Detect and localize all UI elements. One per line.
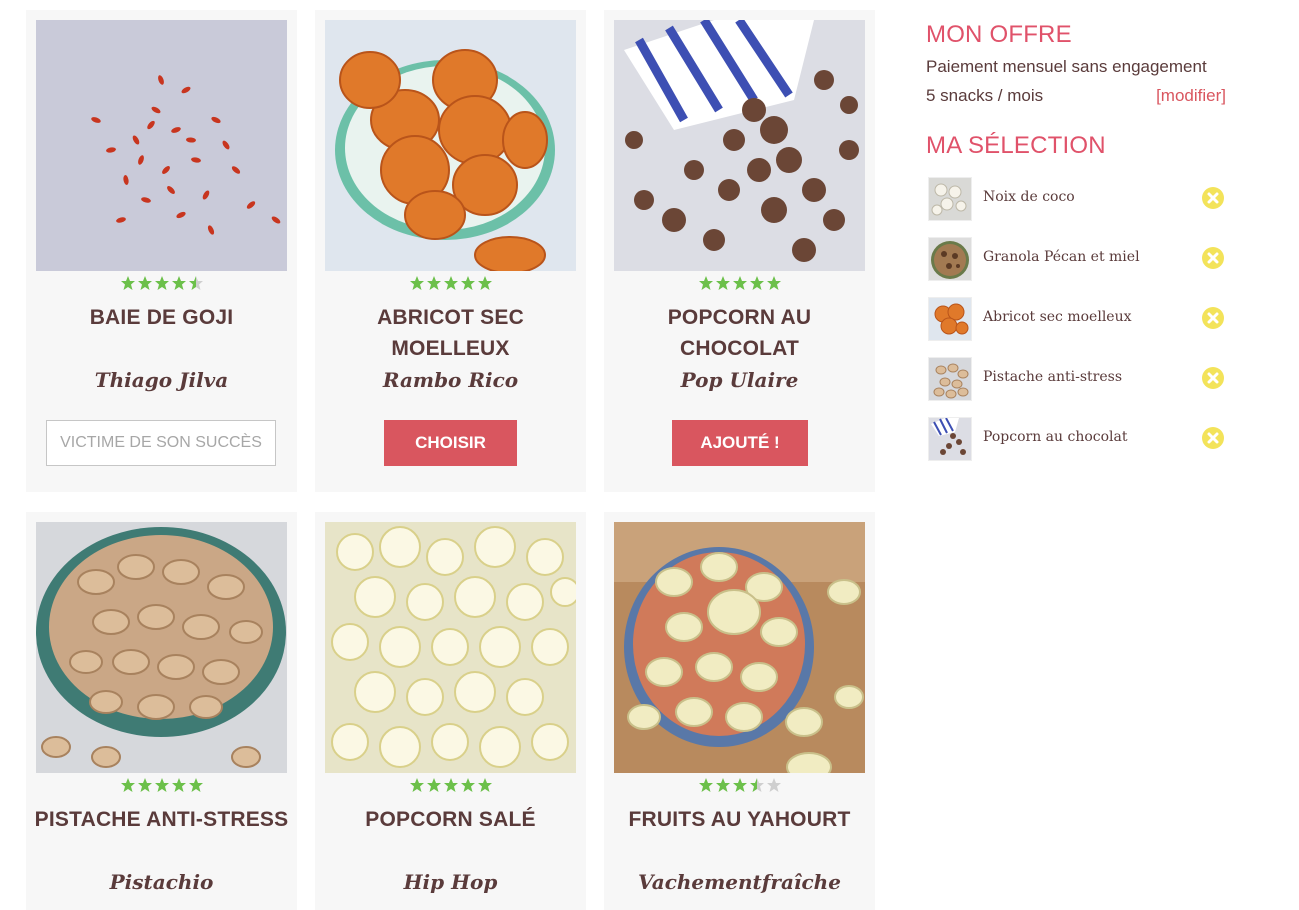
star-icon bbox=[732, 778, 747, 792]
star-icon bbox=[409, 276, 424, 290]
order-sidebar: MON OFFRE Paiement mensuel sans engageme… bbox=[926, 18, 1226, 478]
rating-stars bbox=[315, 275, 586, 293]
rating-stars bbox=[26, 777, 297, 795]
star-icon bbox=[477, 778, 492, 792]
rating-stars bbox=[604, 777, 875, 795]
star-icon bbox=[409, 778, 424, 792]
product-card[interactable]: FRUITS AU YAHOURT Vachementfraîche bbox=[604, 512, 875, 910]
product-card[interactable]: BAIE DE GOJI Thiago Jilva VICTIME DE SON… bbox=[26, 10, 297, 492]
product-brand: Pop Ulaire bbox=[680, 368, 799, 392]
pistachio-thumbnail bbox=[928, 357, 972, 401]
rating-stars bbox=[315, 777, 586, 795]
selection-item-label: Abricot sec moelleux bbox=[983, 309, 1132, 325]
product-name: FRUITS AU YAHOURT bbox=[628, 808, 851, 831]
star-icon bbox=[188, 276, 203, 290]
pistachio-image[interactable] bbox=[36, 522, 287, 773]
star-icon bbox=[154, 778, 169, 792]
remove-icon[interactable] bbox=[1201, 186, 1225, 210]
product-brand: Thiago Jilva bbox=[94, 368, 229, 392]
sold-out-button[interactable]: VICTIME DE SON SUCCÈS bbox=[46, 420, 276, 466]
product-card[interactable]: ABRICOT SEC MOELLEUX Rambo Rico CHOISIR bbox=[315, 10, 586, 492]
star-icon bbox=[171, 778, 186, 792]
product-brand: Hip Hop bbox=[403, 870, 498, 894]
star-icon bbox=[426, 276, 441, 290]
star-icon bbox=[749, 778, 764, 792]
selection-item: Abricot sec moelleux bbox=[926, 296, 1226, 342]
star-icon bbox=[698, 778, 713, 792]
rating-stars bbox=[604, 275, 875, 293]
granola-thumbnail bbox=[928, 237, 972, 281]
star-icon bbox=[443, 276, 458, 290]
selection-item-label: Granola Pécan et miel bbox=[983, 249, 1140, 265]
product-name: POPCORN SALÉ bbox=[365, 808, 536, 831]
star-icon bbox=[188, 778, 203, 792]
added-button[interactable]: AJOUTÉ ! bbox=[672, 420, 808, 466]
selection-item: Pistache anti-stress bbox=[926, 356, 1226, 402]
product-brand: Vachementfraîche bbox=[638, 870, 841, 894]
goji-berries-image[interactable] bbox=[36, 20, 287, 271]
star-icon bbox=[137, 778, 152, 792]
selection-item: Popcorn au chocolat bbox=[926, 416, 1226, 462]
product-name: PISTACHE ANTI-STRESS bbox=[34, 808, 289, 831]
chocolate-popcorn-thumbnail bbox=[928, 417, 972, 461]
product-brand: Rambo Rico bbox=[382, 368, 519, 392]
selection-item-label: Popcorn au chocolat bbox=[983, 429, 1128, 445]
yogurt-fruits-image[interactable] bbox=[614, 522, 865, 773]
star-icon bbox=[477, 276, 492, 290]
offer-payment-text: Paiement mensuel sans engagement bbox=[926, 57, 1207, 76]
star-icon bbox=[154, 276, 169, 290]
offer-title: MON OFFRE bbox=[926, 21, 1072, 48]
star-icon bbox=[460, 276, 475, 290]
star-icon bbox=[426, 778, 441, 792]
selection-title: MA SÉLECTION bbox=[926, 132, 1106, 159]
star-icon bbox=[715, 276, 730, 290]
product-card[interactable]: PISTACHE ANTI-STRESS Pistachio bbox=[26, 512, 297, 910]
selection-item: Noix de coco bbox=[926, 176, 1226, 222]
product-name: BAIE DE GOJI bbox=[89, 306, 234, 329]
star-icon bbox=[715, 778, 730, 792]
star-icon bbox=[137, 276, 152, 290]
remove-icon[interactable] bbox=[1201, 306, 1225, 330]
choose-button[interactable]: CHOISIR bbox=[384, 420, 517, 466]
selection-item-label: Noix de coco bbox=[983, 189, 1075, 205]
selection-item-label: Pistache anti-stress bbox=[983, 369, 1123, 385]
star-icon bbox=[766, 276, 781, 290]
selection-item: Granola Pécan et miel bbox=[926, 236, 1226, 282]
rating-stars bbox=[26, 275, 297, 293]
chocolate-popcorn-image[interactable] bbox=[614, 20, 865, 271]
product-card[interactable]: POPCORN SALÉ Hip Hop bbox=[315, 512, 586, 910]
star-icon bbox=[460, 778, 475, 792]
apricot-thumbnail bbox=[928, 297, 972, 341]
star-icon bbox=[749, 276, 764, 290]
offer-quantity-text: 5 snacks / mois bbox=[926, 86, 1044, 105]
product-card[interactable]: POPCORN AU CHOCOLAT Pop Ulaire AJOUTÉ ! bbox=[604, 10, 875, 492]
star-icon bbox=[732, 276, 747, 290]
remove-icon[interactable] bbox=[1201, 366, 1225, 390]
product-name: ABRICOT SEC MOELLEUX bbox=[377, 306, 524, 360]
star-icon bbox=[766, 778, 781, 792]
star-icon bbox=[443, 778, 458, 792]
coconut-thumbnail bbox=[928, 177, 972, 221]
salted-popcorn-image[interactable] bbox=[325, 522, 576, 773]
remove-icon[interactable] bbox=[1201, 426, 1225, 450]
star-icon bbox=[120, 276, 135, 290]
product-name: POPCORN AU CHOCOLAT bbox=[667, 306, 812, 360]
dried-apricot-image[interactable] bbox=[325, 20, 576, 271]
modify-offer-link[interactable]: [modifier] bbox=[1156, 86, 1226, 106]
star-icon bbox=[120, 778, 135, 792]
star-icon bbox=[698, 276, 713, 290]
remove-icon[interactable] bbox=[1201, 246, 1225, 270]
star-icon bbox=[171, 276, 186, 290]
product-brand: Pistachio bbox=[109, 870, 214, 894]
